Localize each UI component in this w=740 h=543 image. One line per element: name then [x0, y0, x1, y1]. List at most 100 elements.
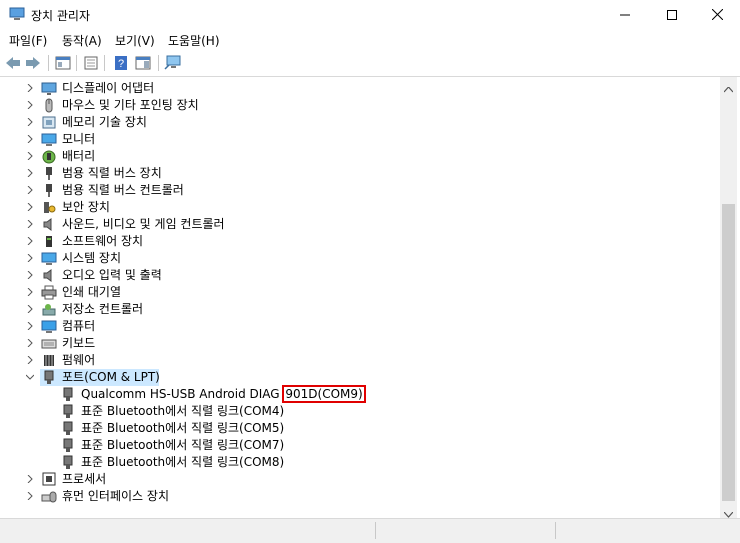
category-label: 사운드, 비디오 및 게임 컨트롤러 [62, 217, 225, 231]
vertical-scrollbar[interactable] [720, 77, 737, 518]
menu-view[interactable]: 보기(V) [115, 32, 155, 49]
usb-icon [46, 167, 52, 180]
category-label: 모니터 [62, 132, 96, 146]
expand-chevron-icon[interactable] [24, 269, 36, 281]
device-label: 표준 Bluetooth에서 직렬 링크(COM8) [81, 455, 285, 469]
maximize-icon [667, 9, 677, 20]
category-label: 메모리 기술 장치 [62, 115, 147, 129]
back-button[interactable] [4, 54, 22, 72]
tree-category[interactable]: 사운드, 비디오 및 게임 컨트롤러 [1, 216, 720, 233]
device-label: 표준 Bluetooth에서 직렬 링크(COM5) [81, 421, 285, 435]
menu-file[interactable]: 파일(F) [9, 32, 47, 49]
expand-chevron-icon[interactable] [24, 116, 36, 128]
expand-chevron-icon[interactable] [24, 218, 36, 230]
port-icon [63, 387, 73, 401]
expand-chevron-icon[interactable] [24, 201, 36, 213]
firmware-icon [44, 355, 54, 366]
scan-hardware-button[interactable] [164, 54, 182, 72]
tree-category[interactable]: 보안 장치 [1, 199, 720, 216]
software-icon [46, 236, 52, 247]
tree-category[interactable]: 저장소 컨트롤러 [1, 301, 720, 318]
expand-chevron-icon[interactable] [24, 167, 36, 179]
forward-button[interactable] [24, 54, 42, 72]
properties-button[interactable] [54, 54, 72, 72]
tree-device[interactable]: Qualcomm HS-USB Android DIAG 901D(COM9) [1, 385, 720, 403]
tree-device[interactable]: 표준 Bluetooth에서 직렬 링크(COM4) [1, 403, 720, 420]
tree-device[interactable]: 표준 Bluetooth에서 직렬 링크(COM8) [1, 454, 720, 471]
expand-chevron-icon[interactable] [24, 473, 36, 485]
tree-category[interactable]: 컴퓨터 [1, 318, 720, 335]
expand-chevron-icon[interactable] [24, 303, 36, 315]
tree-category[interactable]: 범용 직렬 버스 장치 [1, 165, 720, 182]
category-label: 보안 장치 [62, 200, 110, 214]
expand-chevron-icon[interactable] [24, 150, 36, 162]
expand-chevron-icon[interactable] [24, 286, 36, 298]
show-hide-button[interactable] [82, 54, 100, 72]
expand-chevron-icon[interactable] [24, 354, 36, 366]
tree-category[interactable]: 소프트웨어 장치 [1, 233, 720, 250]
usb-icon [46, 184, 52, 197]
tree-category[interactable]: 범용 직렬 버스 컨트롤러 [1, 182, 720, 199]
tree-device[interactable]: 표준 Bluetooth에서 직렬 링크(COM7) [1, 437, 720, 454]
close-icon [711, 9, 723, 20]
collapse-chevron-icon[interactable] [24, 371, 36, 383]
device-manager-icon [9, 7, 25, 20]
tree-category[interactable]: 휴먼 인터페이스 장치 [1, 488, 720, 505]
tree-category[interactable]: 인쇄 대기열 [1, 284, 720, 301]
hid-icon [41, 491, 57, 503]
menu-bar: 파일(F) 동작(A) 보기(V) 도움말(H) [0, 29, 740, 50]
maximize-button[interactable] [649, 0, 695, 29]
category-label: 배터리 [62, 149, 96, 163]
expand-chevron-icon[interactable] [24, 252, 36, 264]
tree-category[interactable]: 키보드 [1, 335, 720, 352]
scroll-up-icon[interactable] [723, 82, 734, 96]
tree-category[interactable]: 디스플레이 어댑터 [1, 80, 720, 97]
tree-category-ports[interactable]: 포트(COM & LPT) [1, 369, 720, 386]
expand-chevron-icon[interactable] [24, 320, 36, 332]
tree-device[interactable]: 표준 Bluetooth에서 직렬 링크(COM5) [1, 420, 720, 437]
tree-category[interactable]: 메모리 기술 장치 [1, 114, 720, 131]
expand-chevron-icon[interactable] [24, 235, 36, 247]
category-label: 디스플레이 어댑터 [62, 81, 155, 95]
scrollbar-thumb[interactable] [722, 204, 735, 501]
tree-category[interactable]: 마우스 및 기타 포인팅 장치 [1, 97, 720, 114]
properties-icon [55, 56, 71, 70]
device-tree[interactable]: 디스플레이 어댑터 마우스 및 기타 포인팅 장치 메모리 기술 장치 모니터 … [1, 77, 720, 518]
expand-chevron-icon[interactable] [24, 337, 36, 349]
device-label: 표준 Bluetooth에서 직렬 링크(COM4) [81, 404, 285, 418]
expand-chevron-icon[interactable] [24, 99, 36, 111]
security-icon [44, 202, 56, 213]
device-label: 표준 Bluetooth에서 직렬 링크(COM7) [81, 438, 285, 452]
help-button[interactable]: ? [112, 54, 130, 72]
action-pane-button[interactable] [134, 54, 152, 72]
category-label: 포트(COM & LPT) [62, 370, 160, 384]
minimize-button[interactable] [602, 0, 648, 29]
expand-chevron-icon[interactable] [24, 184, 36, 196]
tree-category[interactable]: 모니터 [1, 131, 720, 148]
status-bar [0, 518, 740, 543]
category-label: 마우스 및 기타 포인팅 장치 [62, 98, 199, 112]
expand-chevron-icon[interactable] [24, 133, 36, 145]
menu-help[interactable]: 도움말(H) [168, 32, 220, 49]
expand-chevron-icon[interactable] [24, 82, 36, 94]
port-icon [63, 404, 73, 418]
title-bar: 장치 관리자 [0, 0, 740, 29]
port-icon [63, 421, 73, 435]
memory-icon [42, 116, 56, 129]
menu-action[interactable]: 동작(A) [62, 32, 102, 49]
tree-category[interactable]: 오디오 입력 및 출력 [1, 267, 720, 284]
tree-category[interactable]: 펌웨어 [1, 352, 720, 369]
tree-category[interactable]: 시스템 장치 [1, 250, 720, 267]
port-icon [63, 438, 73, 452]
tree-category[interactable]: 프로세서 [1, 471, 720, 488]
action-pane-icon [135, 56, 151, 70]
category-label: 휴먼 인터페이스 장치 [62, 489, 169, 503]
expand-chevron-icon[interactable] [24, 490, 36, 502]
category-label: 오디오 입력 및 출력 [62, 268, 162, 282]
category-label: 인쇄 대기열 [62, 285, 122, 299]
tree-category[interactable]: 배터리 [1, 148, 720, 165]
close-button[interactable] [694, 0, 740, 29]
status-divider [375, 522, 376, 539]
toolbar-separator [104, 55, 105, 71]
highlighted-com-port: 901D(COM9) [282, 385, 366, 403]
